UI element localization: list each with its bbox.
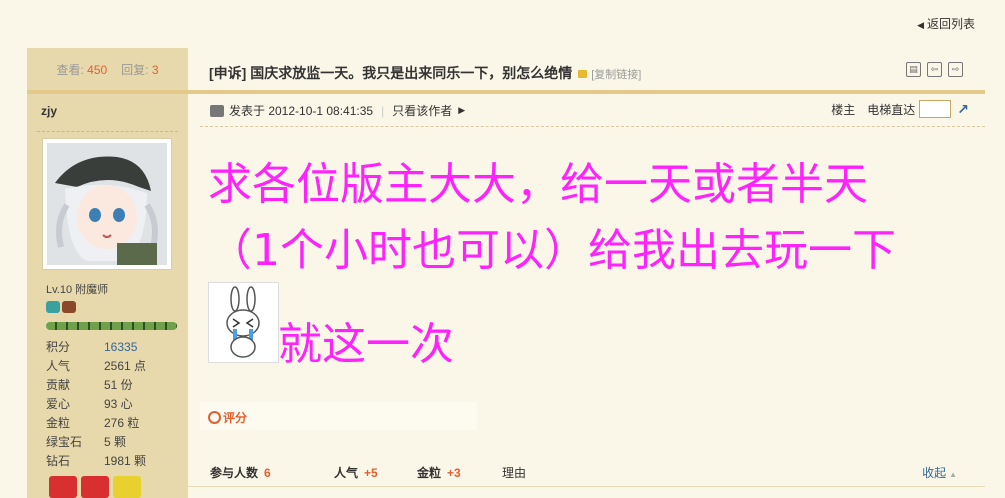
caret-up-icon: ▲	[949, 470, 957, 479]
thread-stats: 查看: 450 回复: 3	[27, 48, 188, 94]
group-icon	[62, 301, 76, 313]
top-bar: ◀ 返回列表	[0, 0, 1005, 48]
group-icons	[46, 301, 76, 313]
lock-icon	[578, 70, 588, 78]
divider: |	[381, 103, 385, 118]
medal-icon[interactable]	[113, 476, 141, 498]
copy-link-button[interactable]: [复制链接]	[591, 69, 641, 81]
medal-badges	[49, 476, 141, 498]
user-profile-stats: 积分 16335 人气 2561 点 贡献 51 份 爱心 93 心 金粒 276 粒 绿…	[46, 338, 186, 471]
participants-count: 6	[264, 466, 271, 480]
user-level: Lv.10 附魔师	[46, 284, 109, 296]
profile-row: 人气 2561 点	[46, 359, 147, 373]
divider	[37, 131, 178, 132]
caret-right-icon[interactable]: ▶	[458, 105, 465, 116]
thread-title-bar: [申诉] 国庆求放监一天。我只是出来同乐一下，别怎么绝情 [复制链接] ▤ ⇦ ⇨	[188, 48, 985, 94]
reply-count: 3	[151, 62, 159, 77]
jump-to-floor-label: 电梯直达	[867, 102, 916, 117]
medal-icon[interactable]	[49, 476, 77, 498]
author-sidebar: 查看: 450 回复: 3 zjy Lv.10 附魔师 积分 16335 人气 25…	[27, 48, 188, 498]
post-line: 求各位版主大大，给一天或者半天	[208, 159, 868, 210]
thread-title: [申诉] 国庆求放监一天。我只是出来同乐一下，别怎么绝情	[209, 65, 573, 81]
rating-section: 评分	[200, 402, 477, 430]
view-count: 450	[87, 62, 108, 77]
reason-header: 理由	[502, 466, 527, 480]
post-line: 就这一次	[278, 319, 454, 370]
profile-row: 钻石 1981 颗	[46, 454, 147, 468]
collapse-ratings-button[interactable]: 收起 ▲	[922, 464, 957, 481]
profile-row: 绿宝石 5 颗	[46, 435, 127, 449]
next-thread-icon[interactable]: ⇨	[948, 62, 963, 77]
divider	[200, 126, 985, 127]
profile-row: 贡献 51 份	[46, 378, 133, 392]
group-icon	[46, 301, 60, 313]
thread-tools: ▤ ⇦ ⇨	[906, 62, 963, 77]
crying-rabbit-emoji	[208, 282, 279, 363]
rating-table-header: 参与人数 6 人气 +5 金粒 +3 理由 收起 ▲	[188, 456, 985, 487]
points-link[interactable]: 16335	[104, 338, 137, 357]
back-to-list-link[interactable]: ◀ 返回列表	[917, 15, 975, 32]
floor-label: 楼主	[831, 102, 856, 117]
author-only-link[interactable]: 只看该作者	[392, 102, 452, 119]
medal-icon[interactable]	[81, 476, 109, 498]
profile-row: 爱心 93 心	[46, 397, 133, 411]
popularity-total: +5	[364, 466, 378, 480]
gold-total: +3	[447, 466, 461, 480]
caret-left-icon: ◀	[917, 20, 924, 30]
profile-row: 金粒 276 粒	[46, 416, 140, 430]
go-arrow-icon[interactable]: ↗	[957, 101, 969, 118]
level-progress-fill	[46, 322, 177, 330]
post-time: 发表于 2012-10-1 08:41:35	[229, 104, 374, 118]
author-name[interactable]: zjy	[41, 104, 188, 118]
previous-thread-icon[interactable]: ⇦	[927, 62, 942, 77]
rating-label: 评分	[223, 411, 248, 425]
print-icon[interactable]: ▤	[906, 62, 921, 77]
post-line: （1个小时也可以）给我出去玩一下	[208, 225, 896, 276]
profile-row: 积分 16335	[46, 338, 186, 357]
online-status-icon	[210, 104, 224, 117]
level-progress-bar	[46, 322, 177, 330]
avatar[interactable]	[42, 138, 172, 270]
rating-icon	[208, 411, 221, 424]
floor-number-input[interactable]	[919, 100, 952, 118]
post-info-bar: 发表于 2012-10-1 08:41:35 | 只看该作者 ▶ 楼主 电梯直达…	[188, 94, 985, 124]
